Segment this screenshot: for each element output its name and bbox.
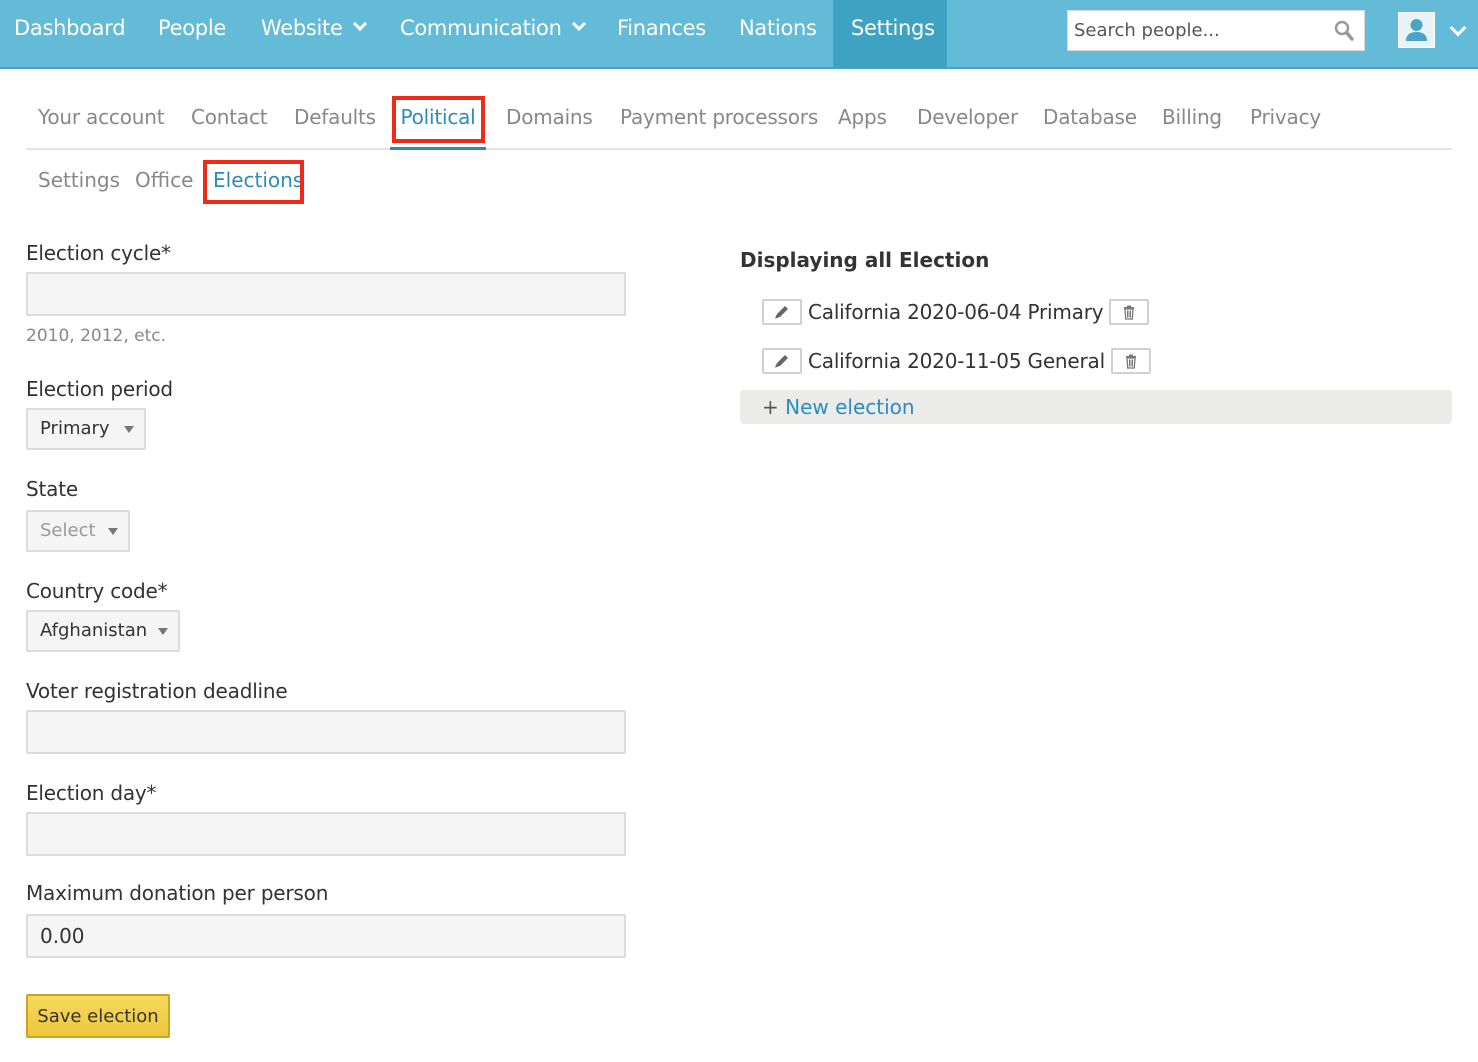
tab-privacy[interactable]: Privacy: [1250, 96, 1321, 148]
nav-dashboard[interactable]: Dashboard: [14, 0, 126, 68]
voter-registration-deadline-input[interactable]: [26, 710, 626, 754]
election-period-select[interactable]: Primary: [26, 408, 146, 450]
election-cycle-input[interactable]: [26, 272, 626, 316]
list-item: California 2020-11-05 General: [762, 347, 1151, 375]
tab-database[interactable]: Database: [1043, 96, 1137, 148]
country-code-select[interactable]: Afghanistan: [26, 610, 180, 652]
account-menu-chevron-icon[interactable]: [1449, 19, 1467, 37]
settings-tabs: Your account Contact Defaults Political …: [26, 96, 1452, 150]
tab-billing[interactable]: Billing: [1162, 96, 1222, 148]
tab-developer[interactable]: Developer: [917, 96, 1018, 148]
avatar[interactable]: [1398, 12, 1435, 48]
top-nav-bar: Dashboard People Website Communication F…: [0, 0, 1478, 69]
country-code-value: Afghanistan: [40, 620, 148, 641]
chevron-down-icon: [571, 16, 586, 32]
new-election-bar: + New election: [740, 390, 1452, 424]
tab-payment-processors[interactable]: Payment processors: [620, 96, 818, 148]
subtab-office[interactable]: Office: [135, 168, 193, 192]
state-label: State: [26, 477, 78, 501]
edit-button[interactable]: [762, 348, 802, 374]
nav-people[interactable]: People: [158, 0, 226, 68]
election-day-label: Election day*: [26, 781, 157, 805]
election-cycle-hint: 2010, 2012, etc.: [26, 326, 167, 346]
chevron-down-icon: [352, 16, 367, 32]
trash-icon: [1125, 354, 1136, 369]
subtab-settings[interactable]: Settings: [38, 168, 120, 192]
edit-button[interactable]: [762, 299, 802, 325]
nav-website-label: Website: [261, 16, 343, 40]
max-donation-input[interactable]: [26, 914, 626, 958]
trash-icon: [1124, 305, 1135, 320]
election-period-label: Election period: [26, 377, 173, 401]
max-donation-label: Maximum donation per person: [26, 881, 329, 905]
dropdown-arrow-icon: [124, 426, 134, 433]
tab-domains[interactable]: Domains: [506, 96, 593, 148]
user-icon: [1406, 19, 1427, 41]
election-cycle-label: Election cycle*: [26, 241, 171, 265]
list-item: California 2020-06-04 Primary: [762, 298, 1150, 326]
nav-nations[interactable]: Nations: [739, 0, 817, 68]
tab-your-account[interactable]: Your account: [38, 96, 165, 148]
nav-website[interactable]: Website: [261, 0, 367, 68]
dropdown-arrow-icon: [158, 628, 168, 635]
nav-communication-label: Communication: [400, 16, 562, 40]
election-name[interactable]: California 2020-11-05 General: [808, 349, 1105, 373]
elections-list-title: Displaying all Election: [740, 248, 990, 272]
pencil-icon: [775, 306, 788, 319]
state-select[interactable]: Select: [26, 510, 130, 552]
search-input[interactable]: [1068, 11, 1318, 50]
delete-button[interactable]: [1109, 299, 1150, 325]
nav-settings[interactable]: Settings: [833, 0, 947, 68]
pencil-icon: [775, 355, 788, 368]
voter-registration-deadline-label: Voter registration deadline: [26, 679, 288, 703]
election-day-input[interactable]: [26, 812, 626, 856]
country-code-label: Country code*: [26, 579, 168, 603]
tab-defaults[interactable]: Defaults: [294, 96, 376, 148]
state-value: Select: [40, 520, 96, 541]
nav-communication[interactable]: Communication: [400, 0, 586, 68]
election-name[interactable]: California 2020-06-04 Primary: [808, 300, 1104, 324]
highlight-box-political: [392, 96, 485, 143]
search-icon[interactable]: [1334, 20, 1354, 42]
highlight-box-elections: [203, 160, 304, 204]
tab-apps[interactable]: Apps: [838, 96, 887, 148]
nav-finances[interactable]: Finances: [617, 0, 706, 68]
search-box: [1067, 10, 1365, 51]
tab-contact[interactable]: Contact: [191, 96, 268, 148]
election-period-value: Primary: [40, 418, 110, 439]
plus-icon: +: [762, 395, 779, 419]
new-election-link[interactable]: New election: [785, 395, 914, 419]
delete-button[interactable]: [1110, 348, 1151, 374]
save-election-button[interactable]: Save election: [26, 994, 170, 1038]
dropdown-arrow-icon: [108, 528, 118, 535]
